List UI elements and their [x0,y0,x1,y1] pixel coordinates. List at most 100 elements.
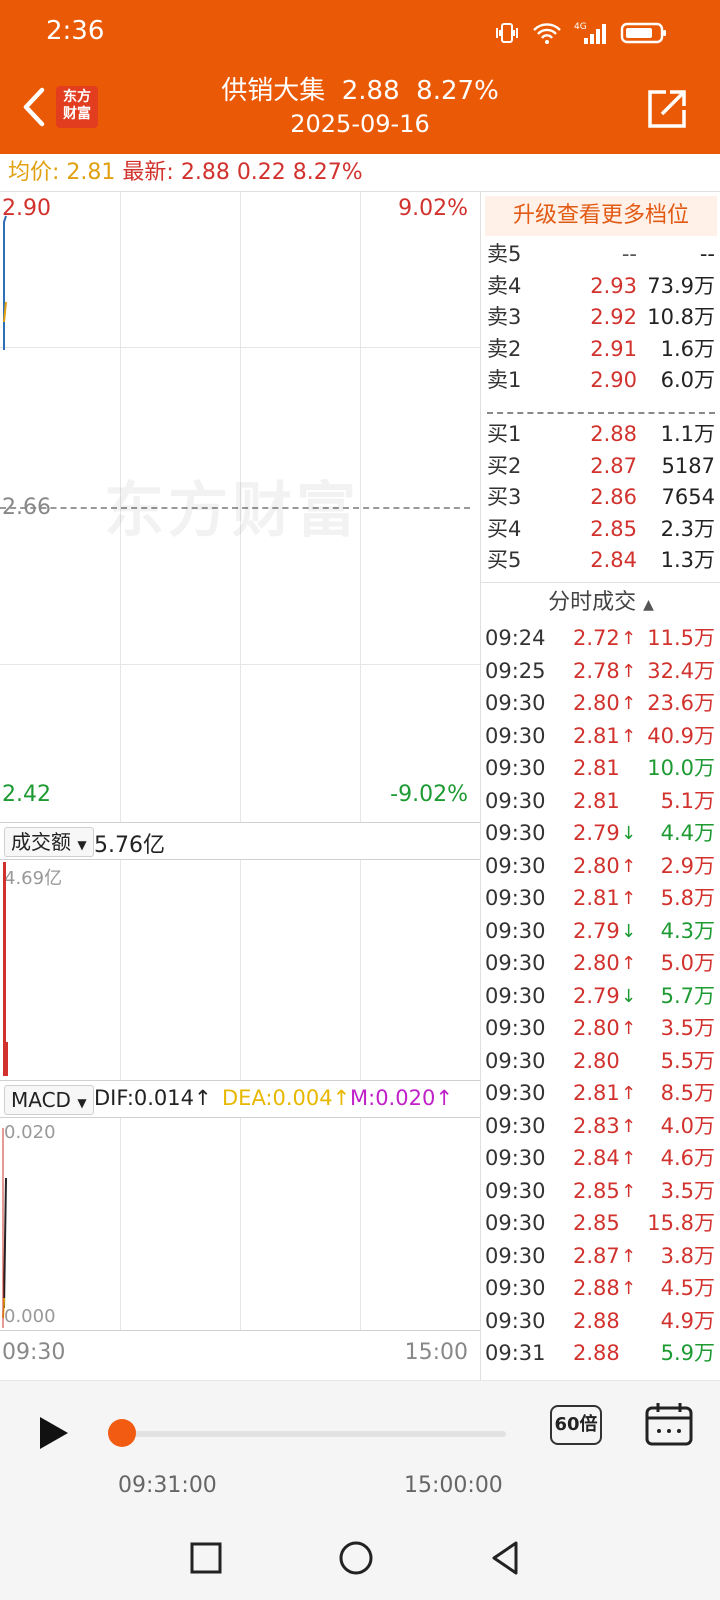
trade-volume: 11.5万 [647,626,715,650]
play-icon[interactable] [36,1413,72,1453]
trades-header-label: 分时成交 [548,590,637,615]
bid-price: 2.87 [590,453,637,478]
volume-selector[interactable]: 成交额 ▼ [4,827,94,857]
trade-row: 09:30 2.80 5.5万 [485,1045,717,1078]
home-icon[interactable] [336,1538,376,1578]
trade-price: 2.80 [573,691,620,715]
avg-price-label: 均价: [8,160,60,185]
macd-dea: DEA:0.004↑ [222,1086,351,1110]
trade-row: 09:30 2.79 ↓ 4.3万 [485,915,717,948]
ask-volume: 73.9万 [647,273,715,298]
player-current-time: 09:31:00 [118,1473,217,1498]
trade-price: 2.81 [573,788,620,813]
latest-change-pct: 8.27% [292,160,363,185]
latest-change: 0.22 [236,160,286,185]
trade-price: 2.79 [573,918,620,943]
ask-row: 卖2 2.91 1.6万 [487,333,717,365]
stock-date: 2025-09-16 [290,110,430,138]
share-icon[interactable] [646,88,688,130]
avg-price-value: 2.81 [66,160,116,185]
trade-time: 09:30 [485,853,546,878]
trade-time: 09:30 [485,723,546,748]
calendar-icon[interactable] [644,1401,694,1447]
macd-header: MACD ▼ DIF:0.014↑ DEA:0.004↑ M:0.020↑ [0,1080,480,1118]
trade-volume: 4.6万 [660,1146,715,1170]
trade-volume: 5.7万 [660,983,715,1008]
header: 东方 财富 供销大集 2.88 8.27% 2025-09-16 [0,66,720,154]
quote-info-bar: 均价: 2.81 最新: 2.88 0.22 8.27% [0,154,720,192]
signal-icon: 4G [574,22,606,44]
trade-volume: 4.5万 [660,1276,715,1300]
indicator-selector-label: MACD [11,1088,71,1112]
ask-price: 2.93 [590,273,637,298]
trade-volume: 5.8万 [660,886,715,910]
ask-price: -- [621,242,637,266]
trade-row: 09:31 2.88 5.9万 [485,1337,717,1370]
bid-row: 买1 2.88 1.1万 [487,418,717,450]
trade-row: 09:30 2.79 ↓ 5.7万 [485,980,717,1013]
trade-price: 2.80 [573,853,620,878]
bid-volume: 1.1万 [660,422,715,446]
trade-row: 09:30 2.81 ↑ 5.8万 [485,882,717,915]
progress-track[interactable] [122,1431,506,1437]
recent-apps-icon[interactable] [186,1538,226,1578]
ask-volume: 1.6万 [660,336,715,361]
trade-row: 09:30 2.85 15.8万 [485,1207,717,1240]
trade-row: 09:25 2.78 ↑ 32.4万 [485,655,717,688]
ask-price: 2.90 [590,368,637,392]
arrow-up-icon: ↑ [621,628,637,649]
bid-label: 买1 [487,422,522,446]
trade-volume: 5.5万 [660,1048,715,1073]
ask-volume: 6.0万 [660,368,715,392]
trade-time: 09:31 [485,1341,546,1365]
trade-row: 09:30 2.85 ↑ 3.5万 [485,1175,717,1208]
time-start: 09:30 [2,1340,66,1365]
back-nav-icon[interactable] [486,1538,526,1578]
volume-bar [6,1042,8,1076]
trade-time: 09:30 [485,886,546,910]
trade-volume: 4.3万 [660,918,715,943]
trade-time: 09:30 [485,1178,546,1203]
sort-up-icon: ▲ [643,597,654,613]
vibrate-icon [496,23,518,43]
trade-row: 09:30 2.81 5.1万 [485,785,717,818]
ask-price: 2.91 [590,336,637,361]
volume-total: 5.76亿 [94,833,165,858]
trade-volume: 3.8万 [660,1243,715,1268]
arrow-up-icon: ↑ [621,1148,637,1169]
latest-price-value: 2.88 [180,160,230,185]
upgrade-button[interactable]: 升级查看更多档位 [485,196,717,236]
trade-volume: 8.5万 [660,1081,715,1105]
status-time: 2:36 [46,16,105,46]
trade-volume: 2.9万 [660,853,715,878]
ask-price: 2.92 [590,305,637,329]
pct-high: 9.02% [398,196,468,221]
trade-volume: 4.9万 [660,1308,715,1333]
trade-volume: 4.4万 [660,821,715,845]
ask-label: 卖5 [487,242,522,266]
trade-row: 09:30 2.81 ↑ 40.9万 [485,720,717,753]
trade-price: 2.81 [573,1081,620,1105]
trades-header[interactable]: 分时成交 ▲ [481,582,720,622]
trade-time: 09:30 [485,1276,546,1300]
bid-row: 买5 2.84 1.3万 [487,544,717,576]
volume-selector-label: 成交额 [11,830,71,854]
price-line [3,215,7,350]
trade-volume: 15.8万 [647,1211,715,1235]
indicator-selector[interactable]: MACD ▼ [4,1085,94,1115]
ask-row: 卖3 2.92 10.8万 [487,301,717,333]
trade-row: 09:30 2.80 ↑ 23.6万 [485,687,717,720]
bid-price: 2.85 [590,516,637,541]
speed-button[interactable]: 60倍 [550,1405,602,1445]
trade-time: 09:30 [485,951,546,975]
status-icons: 4G [494,18,668,48]
latest-price-label: 最新: [122,160,174,185]
trade-time: 09:30 [485,1211,546,1235]
trade-price: 2.87 [573,1243,620,1268]
trade-time: 09:25 [485,658,546,683]
trade-time: 09:30 [485,1146,546,1170]
intraday-chart[interactable]: 东方财富 2.90 9.02% 2.66 2.42 -9.02% 成交额 ▼ 5… [0,192,480,1380]
progress-knob[interactable] [108,1419,136,1447]
bid-row: 买3 2.86 7654 [487,481,717,513]
trade-price: 2.80 [573,1048,620,1073]
